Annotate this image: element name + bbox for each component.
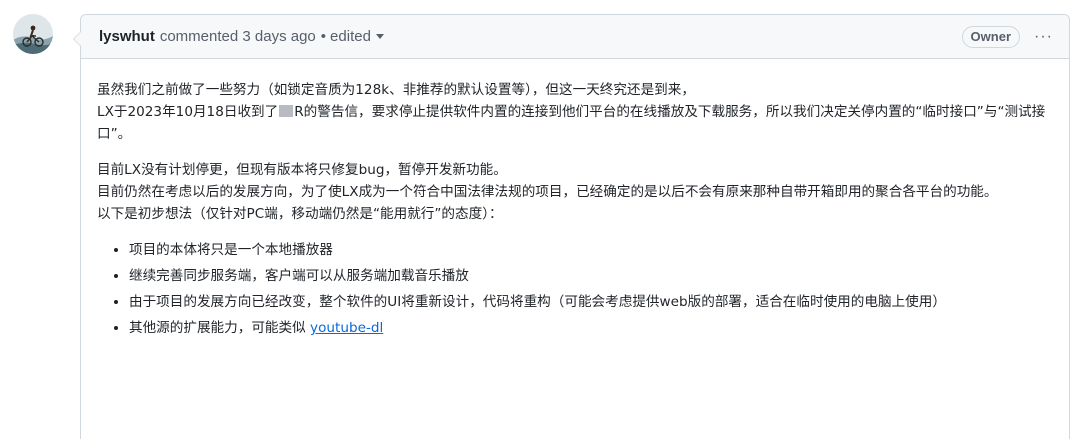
more-options-button[interactable]: ··· (1034, 28, 1053, 46)
paragraph-2: 目前LX没有计划停更，但现有版本将只修复bug，暂停开发新功能。 目前仍然在考虑… (97, 159, 1053, 225)
meta-separator: • (320, 28, 327, 45)
chevron-down-icon (375, 34, 384, 39)
comment-caret (73, 31, 81, 47)
page: lyswhut commented 3 days ago • edited Ow… (0, 0, 1080, 439)
edited-label: edited (330, 28, 371, 45)
p2-line3: 以下是初步想法（仅针对PC端，移动端仍然是“能用就行”的态度）： (97, 206, 503, 222)
list-item: 由于项目的发展方向已经改变，整个软件的UI将重新设计，代码将重构（可能会考虑提供… (129, 291, 1053, 313)
p2-line2: 目前仍然在考虑以后的发展方向，为了使LX成为一个符合中国法律法规的项目，已经确定… (97, 184, 998, 200)
list-item: 项目的本体将只是一个本地播放器 (129, 239, 1053, 261)
p2-line1: 目前LX没有计划停更，但现有版本将只修复bug，暂停开发新功能。 (97, 162, 507, 178)
comment-timestamp[interactable]: commented 3 days ago (160, 28, 316, 45)
edited-dropdown[interactable]: edited (330, 28, 384, 45)
comment-box: lyswhut commented 3 days ago • edited Ow… (73, 14, 1070, 439)
comment-header: lyswhut commented 3 days ago • edited Ow… (81, 15, 1069, 59)
comment-body: 虽然我们之前做了一些努力（如锁定音质为128k、非推荐的默认设置等），但这一天终… (81, 59, 1069, 339)
list-item: 继续完善同步服务端，客户端可以从服务端加载音乐播放 (129, 265, 1053, 287)
youtube-dl-link[interactable]: youtube-dl (310, 320, 383, 336)
p1-line1: 虽然我们之前做了一些努力（如锁定音质为128k、非推荐的默认设置等），但这一天终… (97, 82, 695, 98)
list-item-prefix: 其他源的扩展能力，可能类似 (129, 320, 311, 336)
owner-badge: Owner (961, 25, 1021, 48)
paragraph-1: 虽然我们之前做了一些努力（如锁定音质为128k、非推荐的默认设置等），但这一天终… (97, 79, 1053, 145)
avatar[interactable] (13, 14, 53, 54)
p1-line2-before: LX于2023年10月18日收到了 (97, 104, 279, 120)
author-link[interactable]: lyswhut (99, 28, 155, 45)
ideas-list: 项目的本体将只是一个本地播放器 继续完善同步服务端，客户端可以从服务端加载音乐播… (97, 239, 1053, 339)
list-item: 其他源的扩展能力，可能类似 youtube-dl (129, 317, 1053, 339)
cyclist-avatar-icon (13, 14, 53, 54)
redacted-block (279, 105, 294, 117)
